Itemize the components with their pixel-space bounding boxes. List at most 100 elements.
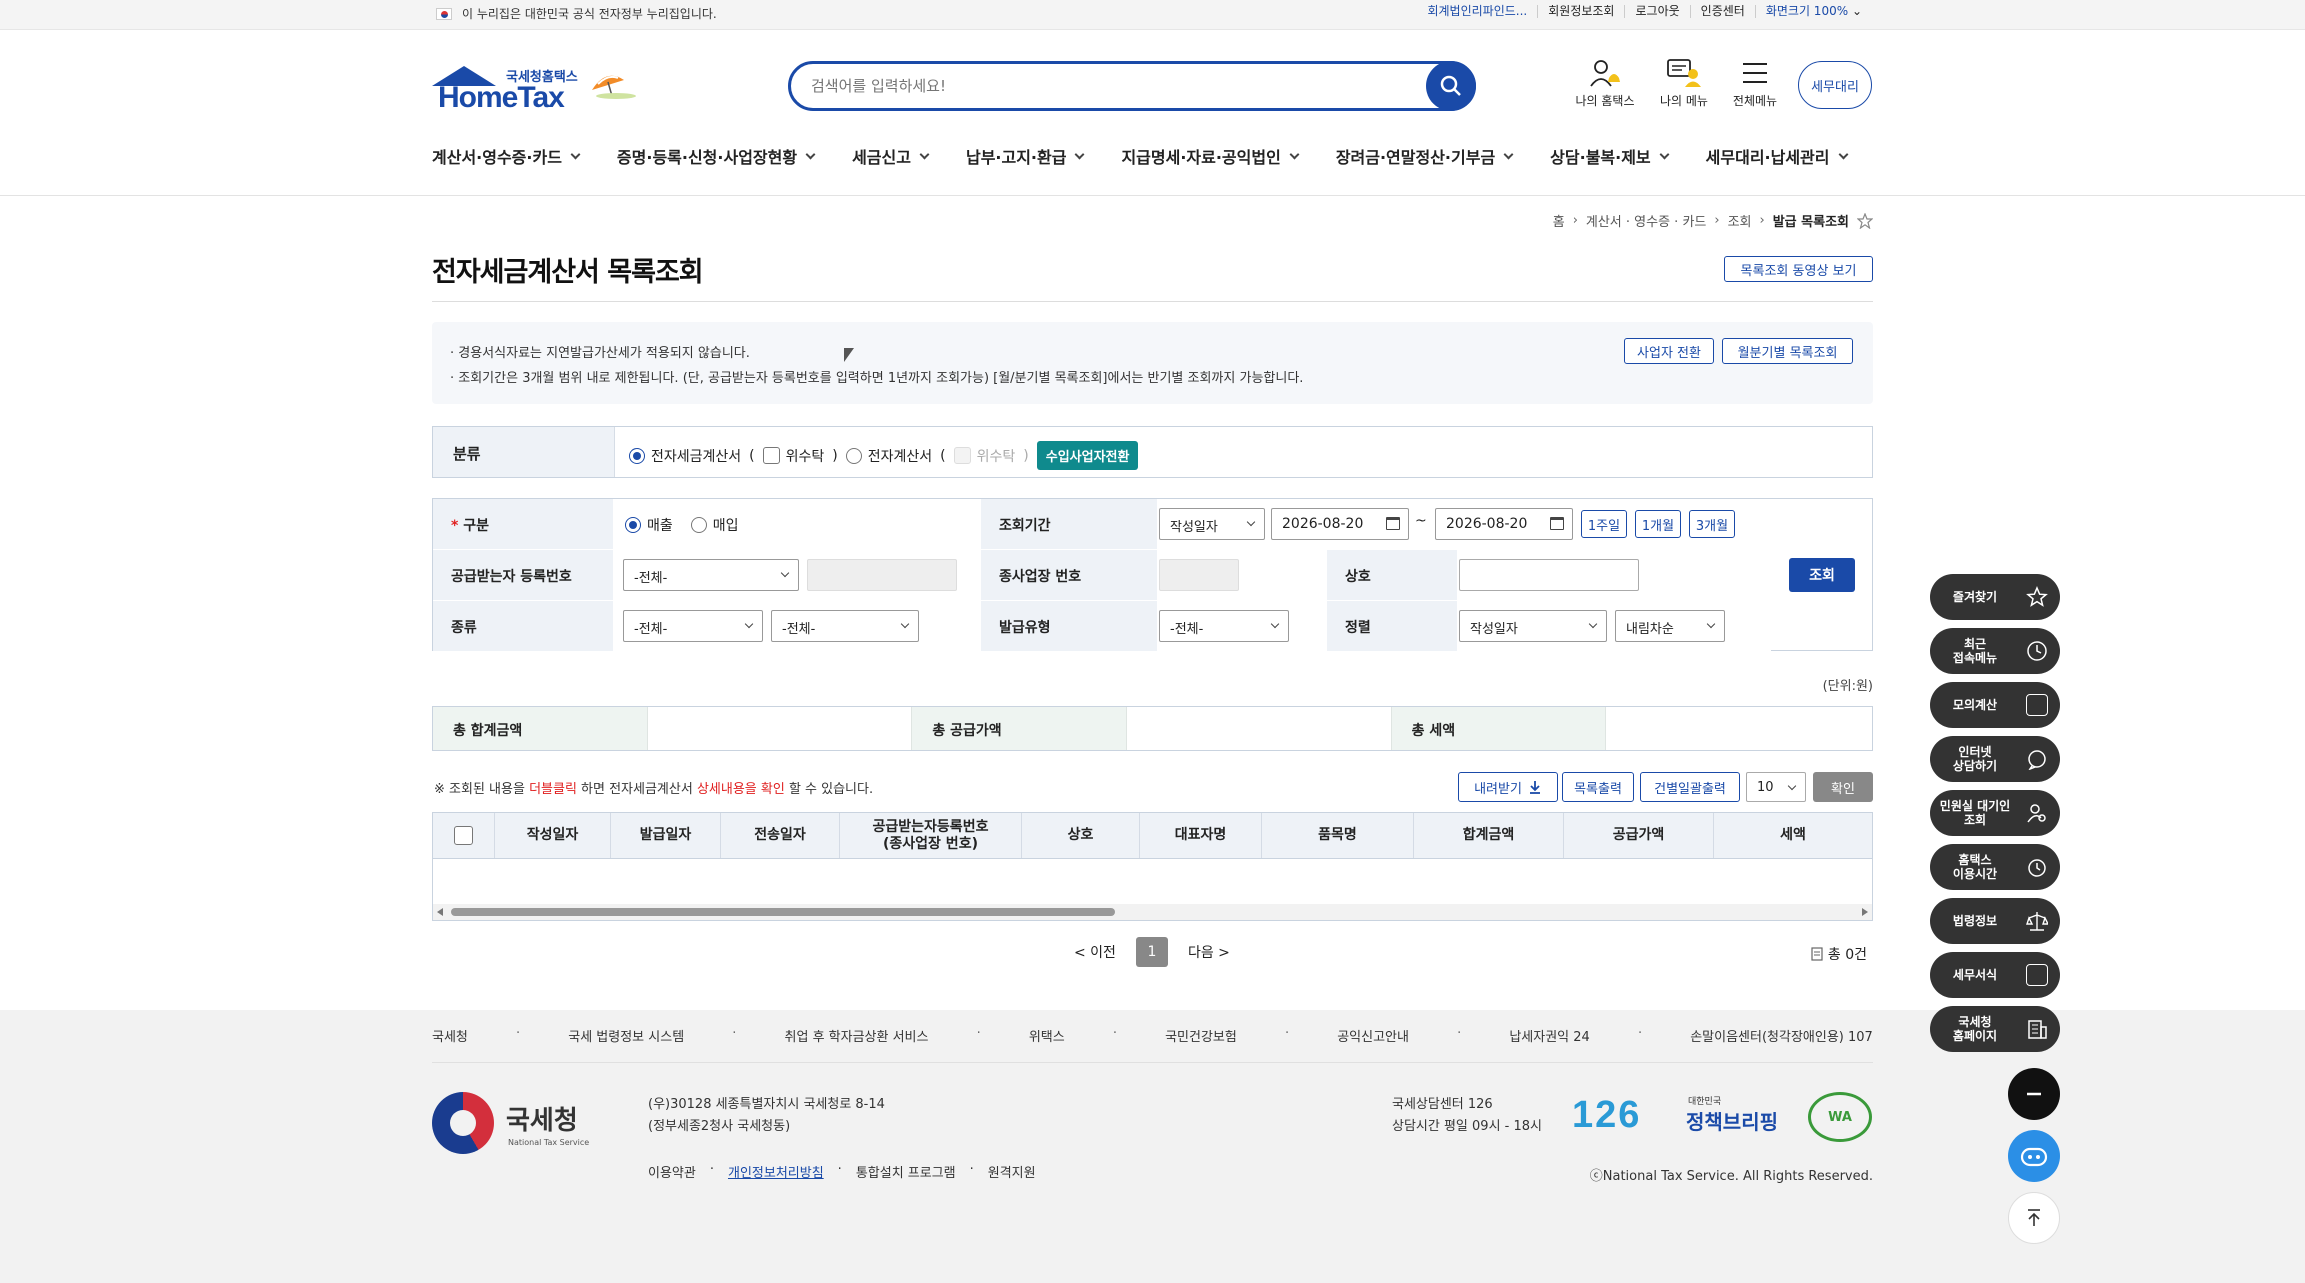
- col-tax-amount[interactable]: 세액: [1714, 813, 1872, 858]
- col-company[interactable]: 상호: [1022, 813, 1140, 858]
- privacy-policy-link[interactable]: 개인정보처리방침: [728, 1162, 824, 1181]
- quick-recent-menu[interactable]: 최근 접속메뉴: [1930, 628, 2060, 674]
- period-3month-button[interactable]: 3개월: [1689, 510, 1735, 538]
- print-list-button[interactable]: 목록출력: [1562, 772, 1634, 802]
- nav-item-invoices[interactable]: 계산서·영수증·카드: [432, 144, 581, 168]
- prev-page-link[interactable]: < 이전: [1074, 942, 1116, 962]
- my-menu-link[interactable]: 나의 메뉴: [1649, 58, 1719, 109]
- business-switch-button[interactable]: 사업자 전환: [1624, 338, 1714, 364]
- mouse-cursor: [844, 348, 854, 362]
- footer-link-nhis[interactable]: 국민건강보험: [1165, 1026, 1237, 1045]
- select-all-checkbox[interactable]: [454, 826, 473, 845]
- quick-nts-homepage[interactable]: 국세청 홈페이지: [1930, 1006, 2060, 1052]
- col-representative[interactable]: 대표자명: [1140, 813, 1262, 858]
- nav-item-tax-agent[interactable]: 세무대리·납세관리: [1706, 144, 1848, 168]
- my-hometax-link[interactable]: 나의 홈택스: [1570, 58, 1640, 109]
- nav-item-certificates[interactable]: 증명·등록·신청·사업장현황: [617, 144, 816, 168]
- policy-briefing-logo[interactable]: 대한민국 정책브리핑: [1686, 1094, 1780, 1138]
- chatbot-button[interactable]: [2008, 1130, 2060, 1182]
- period-1month-button[interactable]: 1개월: [1635, 510, 1681, 538]
- top-link-member-info[interactable]: 회원정보조회: [1537, 5, 1624, 18]
- radio-purchase[interactable]: [690, 517, 707, 533]
- search-button[interactable]: [1426, 61, 1476, 111]
- footer-link-relay-center[interactable]: 손말이음센터(청각장애인용) 107: [1690, 1026, 1873, 1045]
- page-number-current[interactable]: 1: [1135, 937, 1168, 967]
- quick-online-consult[interactable]: 인터넷 상담하기: [1930, 736, 2060, 782]
- radio-e-tax-invoice[interactable]: [629, 447, 645, 464]
- scroll-to-top-button[interactable]: [2008, 1192, 2060, 1244]
- terms-link[interactable]: 이용약관: [648, 1162, 696, 1181]
- top-link-company[interactable]: 회계법인리파인드...: [1417, 5, 1537, 18]
- page-size-confirm-button[interactable]: 확인: [1813, 772, 1873, 802]
- footer-link-whistleblow[interactable]: 공익신고안내: [1337, 1026, 1409, 1045]
- inquiry-button[interactable]: 조회: [1789, 558, 1855, 592]
- all-menu-link[interactable]: 전체메뉴: [1720, 58, 1790, 109]
- search-input[interactable]: [811, 74, 1371, 98]
- quick-mock-calc[interactable]: 모의계산: [1930, 682, 2060, 728]
- scroll-left-arrow-icon[interactable]: [437, 908, 443, 916]
- issue-type-select[interactable]: -전체-: [1159, 610, 1289, 642]
- quick-tax-forms[interactable]: 세무서식: [1930, 952, 2060, 998]
- calendar-icon[interactable]: [1386, 517, 1400, 530]
- star-outline-icon[interactable]: [1857, 212, 1873, 229]
- quick-favorites[interactable]: 즐겨찾기: [1930, 574, 2060, 620]
- next-page-link[interactable]: 다음 >: [1188, 942, 1230, 962]
- footer-link-student-loan[interactable]: 취업 후 학자금상환 서비스: [785, 1026, 929, 1045]
- period-type-select[interactable]: 작성일자: [1159, 508, 1265, 540]
- quick-service-hours[interactable]: 홈택스 이용시간: [1930, 844, 2060, 890]
- nav-item-statements[interactable]: 지급명세·자료·공익법인: [1121, 144, 1300, 168]
- trust-checkbox-1[interactable]: [762, 447, 780, 464]
- sort-order-select[interactable]: 내림차순: [1615, 610, 1725, 642]
- radio-sale[interactable]: [625, 517, 641, 533]
- nav-item-consulting[interactable]: 상담·불복·제보: [1550, 144, 1670, 168]
- breadcrumb-home[interactable]: 홈: [1553, 211, 1565, 230]
- scroll-thumb[interactable]: [451, 908, 1115, 916]
- nav-item-payment[interactable]: 납부·고지·환급: [966, 144, 1085, 168]
- company-input[interactable]: [1459, 559, 1639, 591]
- footer-link-law[interactable]: 국세 법령정보 시스템: [568, 1026, 684, 1045]
- col-total-amount[interactable]: 합계금액: [1414, 813, 1564, 858]
- video-guide-button[interactable]: 목록조회 동영상 보기: [1724, 256, 1873, 282]
- nts-logo[interactable]: 국세청 National Tax Service: [432, 1092, 602, 1158]
- footer-link-taxpayer-rights[interactable]: 납세자권익 24: [1509, 1026, 1589, 1045]
- quick-law-info[interactable]: 법령정보: [1930, 898, 2060, 944]
- import-business-switch-button[interactable]: 수입사업자전환: [1036, 441, 1139, 470]
- kind-select-2[interactable]: -전체-: [771, 610, 919, 642]
- date-from-input[interactable]: 2026-08-20: [1271, 508, 1409, 540]
- top-link-cert-center[interactable]: 인증센터: [1689, 5, 1755, 18]
- remote-support-link[interactable]: 원격지원: [988, 1162, 1036, 1181]
- col-item-name[interactable]: 품목명: [1262, 813, 1414, 858]
- page-size-select[interactable]: 10: [1746, 772, 1806, 802]
- quick-waiting-inquiry[interactable]: 민원실 대기인 조회: [1930, 790, 2060, 836]
- reg-no-select[interactable]: -전체-: [623, 559, 799, 591]
- top-link-zoom[interactable]: 화면크기 100% ⌄: [1754, 5, 1872, 18]
- col-written-date[interactable]: 작성일자: [495, 813, 611, 858]
- install-program-link[interactable]: 통합설치 프로그램: [856, 1162, 956, 1181]
- nav-item-incentives[interactable]: 장려금·연말정산·기부금: [1336, 144, 1514, 168]
- period-1week-button[interactable]: 1주일: [1581, 510, 1627, 538]
- col-issue-date[interactable]: 발급일자: [611, 813, 721, 858]
- tax-agent-button[interactable]: 세무대리: [1798, 61, 1872, 109]
- nav-item-tax-return[interactable]: 세금신고: [852, 144, 930, 168]
- col-supply-amount[interactable]: 공급가액: [1564, 813, 1714, 858]
- sort-field-select[interactable]: 작성일자: [1459, 610, 1607, 642]
- col-sent-date[interactable]: 전송일자: [721, 813, 840, 858]
- col-buyer-reg-no[interactable]: 공급받는자등록번호 (종사업장 번호): [840, 813, 1022, 858]
- top-link-logout[interactable]: 로그아웃: [1624, 5, 1689, 18]
- footer-link-nts[interactable]: 국세청: [432, 1026, 468, 1045]
- radio-e-invoice[interactable]: [845, 447, 862, 464]
- kind-select-1[interactable]: -전체-: [623, 610, 763, 642]
- calendar-icon[interactable]: [1550, 517, 1564, 530]
- download-button[interactable]: 내려받기: [1458, 772, 1558, 802]
- breadcrumb-inquiry[interactable]: 조회: [1728, 211, 1752, 230]
- date-to-input[interactable]: 2026-08-20: [1435, 508, 1573, 540]
- hometax-logo[interactable]: 국세청홈택스 HomeTax: [432, 62, 646, 114]
- monthly-list-button[interactable]: 월분기별 목록조회: [1722, 338, 1853, 364]
- bulk-print-button[interactable]: 건별일괄출력: [1640, 772, 1740, 802]
- breadcrumb-invoices[interactable]: 계산서 · 영수증 · 카드: [1586, 211, 1706, 230]
- scroll-right-arrow-icon[interactable]: [1862, 908, 1868, 916]
- horizontal-scrollbar[interactable]: [433, 904, 1872, 920]
- address-line-2: (정부세종2청사 국세청동): [648, 1119, 791, 1134]
- collapse-quickmenu-button[interactable]: [2008, 1068, 2060, 1120]
- footer-link-wetax[interactable]: 위택스: [1029, 1026, 1065, 1045]
